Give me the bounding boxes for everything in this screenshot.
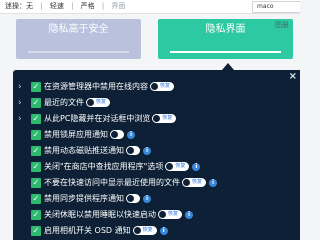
toggle-label: 恢复 (96, 99, 107, 105)
setting-label-text: 不要在快速访问中显示最近使用的文件 (44, 178, 180, 187)
setting-label: 在资源管理器中禁用在线内容 恢复 (44, 79, 175, 95)
setting-label: 关闭"在商店中查找应用程序"选项 恢复 i (44, 159, 201, 175)
restore-toggle[interactable]: 恢复 (86, 98, 111, 107)
toggle-knob (133, 227, 141, 234)
filter-light[interactable]: 轻速 (50, 0, 64, 13)
setting-label-text: 从此PC隐藏并在对话框中浏览 (44, 114, 151, 123)
restore-toggle[interactable]: 恢复 (165, 162, 190, 171)
card-underline (28, 51, 129, 53)
restore-toggle[interactable]: 恢复 (150, 82, 175, 91)
toggle-knob (159, 211, 166, 218)
search-input[interactable]: maco (252, 1, 300, 13)
toggle-knob (111, 131, 118, 138)
setting-label-text: 关闭"在商店中查找应用程序"选项 (44, 162, 164, 171)
setting-checkbox[interactable]: ✓ (31, 114, 41, 124)
setting-label-text: 禁用锁屏应用通知 (44, 130, 108, 139)
setting-checkbox[interactable]: ✓ (31, 130, 41, 140)
setting-row[interactable]: ✓ 禁用动态磁贴推送通知 i (13, 143, 300, 159)
card-label: 隐私高于安全 (48, 24, 109, 35)
toggle-knob (166, 163, 174, 170)
filter-current[interactable]: 迷操：无 (5, 0, 33, 13)
toggle-label: 恢复 (192, 179, 203, 185)
toggle-label: 恢复 (160, 83, 171, 89)
restore-toggle[interactable]: 恢复 (182, 178, 207, 187)
restore-toggle[interactable] (126, 146, 140, 155)
settings-panel: × › ✓ 在资源管理器中禁用在线内容 恢复 › ✓ 最近的文件 恢复 › ✓ 从此PC隐藏并在对话… (13, 70, 300, 240)
info-icon[interactable]: i (143, 194, 151, 203)
card-privacy-ui[interactable]: 图册 隐私界面 (158, 19, 293, 59)
toggle-knob (127, 147, 134, 154)
toggle-knob (87, 99, 94, 106)
filter-strict[interactable]: 严格 (81, 0, 95, 13)
info-icon[interactable]: i (192, 162, 201, 171)
setting-checkbox[interactable]: ✓ (31, 98, 41, 108)
toggle-label: 恢复 (142, 227, 153, 233)
setting-row[interactable]: › ✓ 在资源管理器中禁用在线内容 恢复 (13, 79, 300, 95)
info-icon[interactable]: i (185, 210, 194, 219)
filter-divider: | (40, 2, 43, 10)
info-icon[interactable]: i (143, 146, 151, 155)
setting-label: 不要在快速访问中显示最近使用的文件 恢复 i (44, 175, 218, 191)
setting-label-text: 在资源管理器中禁用在线内容 (44, 82, 148, 91)
toggle-label: 恢复 (162, 115, 173, 121)
toggle-label: 恢复 (175, 163, 186, 169)
setting-label: 禁用动态磁贴推送通知 i (44, 143, 151, 159)
filter-ui[interactable]: 界面 (111, 0, 125, 13)
chevron-right-icon[interactable]: › (18, 95, 22, 111)
restore-toggle[interactable] (110, 130, 124, 139)
toggle-knob (127, 195, 134, 202)
setting-row[interactable]: ✓ 禁用锁屏应用通知 i (13, 127, 300, 143)
setting-row[interactable]: › ✓ 最近的文件 恢复 (13, 95, 300, 111)
setting-checkbox[interactable]: ✓ (31, 146, 41, 156)
filter-divider: | (71, 2, 74, 10)
panel-pointer (222, 63, 234, 70)
setting-label: 禁用同步提供程序通知 i (44, 191, 151, 207)
card-underline (170, 51, 281, 53)
chevron-right-icon[interactable]: › (18, 79, 22, 95)
restore-toggle[interactable]: 恢复 (152, 114, 177, 123)
setting-label: 最近的文件 恢复 (44, 95, 111, 111)
filter-bar: 迷操：无 | 轻速 | 严格 | 界面 maco (0, 0, 300, 14)
setting-label: 关闭休眠以禁用睡眠以快速启动 恢复 i (44, 207, 194, 223)
toggle-label: 恢复 (168, 211, 179, 217)
setting-label: 从此PC隐藏并在对话框中浏览 恢复 (44, 111, 177, 127)
card-label: 隐私界面 (205, 24, 246, 35)
setting-label-text: 关闭休眠以禁用睡眠以快速启动 (44, 210, 156, 219)
restore-toggle[interactable]: 恢复 (132, 226, 157, 235)
card-privacy-over-security[interactable]: 隐私高于安全 (16, 19, 141, 59)
setting-label-text: 最近的文件 (44, 98, 84, 107)
setting-row[interactable]: ✓ 不要在快速访问中显示最近使用的文件 恢复 i (13, 175, 300, 191)
setting-label-text: 禁用同步提供程序通知 (44, 194, 124, 203)
setting-checkbox[interactable]: ✓ (31, 82, 41, 92)
setting-label-text: 启用相机开关 OSD 通知 (44, 226, 131, 235)
setting-checkbox[interactable]: ✓ (31, 210, 41, 220)
setting-row[interactable]: ✓ 关闭"在商店中查找应用程序"选项 恢复 i (13, 159, 300, 175)
filter-divider: | (101, 2, 105, 10)
setting-row[interactable]: ✓ 启用相机开关 OSD 通知 恢复 i (13, 223, 300, 239)
toggle-knob (183, 179, 190, 186)
setting-row[interactable]: ✓ 禁用同步提供程序通知 i (13, 191, 300, 207)
info-icon[interactable]: i (159, 226, 168, 235)
setting-row[interactable]: › ✓ 从此PC隐藏并在对话框中浏览 恢复 (13, 111, 300, 127)
info-icon[interactable]: i (127, 130, 135, 139)
setting-checkbox[interactable]: ✓ (31, 194, 41, 204)
restore-toggle[interactable] (126, 194, 140, 203)
setting-checkbox[interactable]: ✓ (31, 162, 41, 172)
setting-label: 禁用锁屏应用通知 i (44, 127, 135, 143)
toggle-knob (153, 115, 161, 122)
info-icon[interactable]: i (209, 178, 218, 187)
setting-label: 启用相机开关 OSD 通知 恢复 i (44, 223, 168, 239)
setting-checkbox[interactable]: ✓ (31, 226, 41, 236)
setting-checkbox[interactable]: ✓ (31, 178, 41, 188)
setting-label-text: 禁用动态磁贴推送通知 (44, 146, 124, 155)
restore-toggle[interactable]: 恢复 (158, 210, 183, 219)
setting-row[interactable]: ✓ 关闭休眠以禁用睡眠以快速启动 恢复 i (13, 207, 300, 223)
chevron-right-icon[interactable]: › (18, 111, 22, 127)
toggle-knob (151, 83, 158, 90)
